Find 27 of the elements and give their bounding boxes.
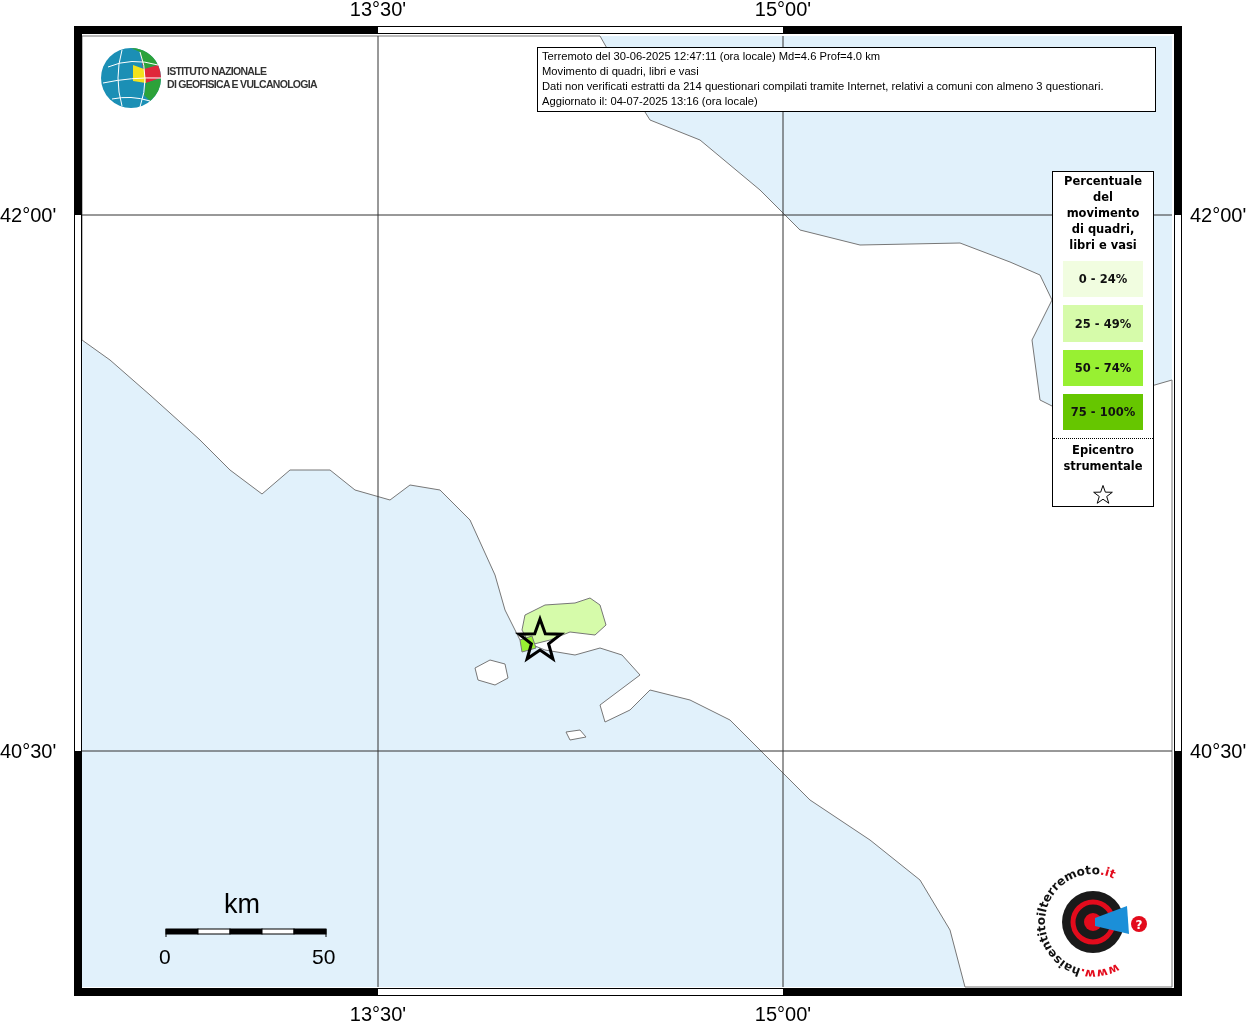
star-icon bbox=[514, 614, 566, 663]
info-text: Dati non verificati estratti da 214 questionari compilati tramite Internet, relativi a comuni con almeno 3 questionari. bbox=[542, 79, 1105, 94]
info-text: Aggiornato il: 04-07-2025 13:16 (ora locale) bbox=[542, 94, 759, 109]
legend-title: Epicentro strumentale bbox=[1062, 442, 1144, 475]
latitude-label: 42°00' bbox=[0, 203, 57, 227]
legend-title: Percentuale del movimento di quadri, libri e vasi bbox=[1063, 173, 1143, 253]
legend-swatch: 0 - 24% bbox=[1063, 261, 1143, 298]
scale-unit: km bbox=[224, 888, 260, 920]
legend-swatch: 25 - 49% bbox=[1063, 305, 1143, 342]
legend-swatch: 75 - 100% bbox=[1063, 394, 1143, 431]
island bbox=[565, 729, 587, 741]
latitude-label: 40°30' bbox=[1190, 739, 1247, 763]
info-text: Terremoto del 30-06-2025 12:47:11 (ora locale) Md=4.6 Prof=4.0 km bbox=[542, 49, 882, 64]
globe-logo-icon bbox=[100, 47, 162, 109]
island bbox=[474, 659, 509, 686]
longitude-label: 15°00' bbox=[753, 1002, 813, 1024]
logo-text: DI GEOFISICA E VULCANOLOGIA bbox=[167, 78, 317, 91]
info-text: Movimento di quadri, libri e vasi bbox=[542, 64, 700, 79]
longitude-label: 13°30' bbox=[348, 1002, 408, 1024]
latitude-label: 40°30' bbox=[0, 739, 57, 763]
logo-text: ISTITUTO NAZIONALE bbox=[167, 65, 268, 78]
latitude-label: 42°00' bbox=[1190, 203, 1247, 227]
longitude-label: 15°00' bbox=[753, 0, 813, 21]
scale-label: 50 bbox=[312, 944, 336, 970]
longitude-label: 13°30' bbox=[348, 0, 408, 21]
legend-swatch: 50 - 74% bbox=[1063, 349, 1143, 387]
scale-label: 0 bbox=[159, 944, 171, 970]
